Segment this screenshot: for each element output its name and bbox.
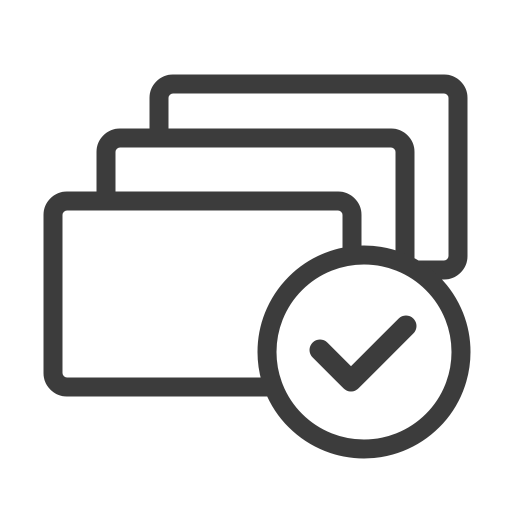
icon-canvas	[0, 0, 512, 512]
stacked-cards-check-icon	[43, 74, 471, 459]
check-badge-circle	[257, 245, 471, 459]
